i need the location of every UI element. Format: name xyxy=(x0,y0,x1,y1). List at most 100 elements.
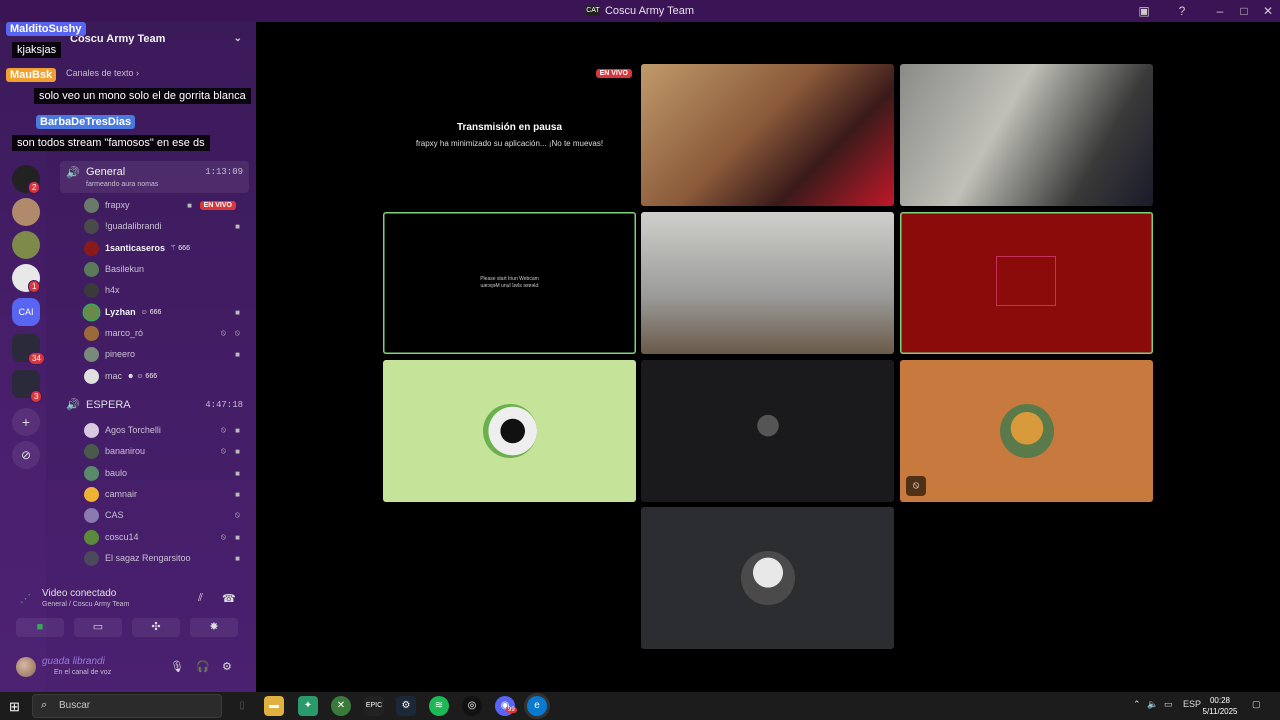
help-icon[interactable]: ? xyxy=(1170,4,1194,18)
video-icon: ■ xyxy=(235,425,240,435)
current-username[interactable]: guada librandi xyxy=(42,656,105,667)
avatar xyxy=(84,261,99,277)
voice-user[interactable]: frapxy ■ EN VIVO xyxy=(84,195,244,215)
voice-channel-general[interactable]: 🔊 General farmeando aura nomas 1:13:09 xyxy=(60,161,249,193)
edge-icon[interactable]: e xyxy=(527,696,547,716)
video-tile[interactable] xyxy=(900,212,1153,354)
voice-user[interactable]: Agos Torchelli ⦸ ■ xyxy=(84,420,244,440)
maximize-button[interactable]: □ xyxy=(1232,4,1256,18)
window-controls: ▣ ? – □ ✕ xyxy=(1132,0,1280,22)
voice-user[interactable]: camnair ■ xyxy=(84,484,244,504)
video-tile[interactable] xyxy=(641,212,894,354)
signal-icon[interactable]: ⋰ xyxy=(20,592,31,605)
voice-channel-espera[interactable]: 🔊 ESPERA 4:47:18 xyxy=(60,395,249,417)
category-text-channels[interactable]: Canales de texto › xyxy=(66,68,139,78)
epic-games-icon[interactable]: EPIC xyxy=(364,696,384,716)
headphones-icon[interactable]: 🎧 xyxy=(196,660,210,673)
server-badge: 2 xyxy=(28,181,41,194)
server-icon-3[interactable] xyxy=(12,231,40,259)
avatar xyxy=(741,551,795,605)
avatar xyxy=(84,529,99,545)
discord-icon[interactable]: ◉ xyxy=(495,696,515,716)
avatar xyxy=(84,465,99,481)
avatar xyxy=(84,550,99,566)
voice-user[interactable]: !guadalibrandi ■ xyxy=(84,216,244,236)
soundboard-button[interactable]: ✸ xyxy=(190,618,238,637)
voice-user[interactable]: coscu14 ⦸ ■ xyxy=(84,527,244,547)
video-tile[interactable] xyxy=(641,64,894,206)
disconnect-icon[interactable]: ☎ xyxy=(222,592,236,605)
video-tile[interactable] xyxy=(900,64,1153,206)
network-icon[interactable]: ▭ xyxy=(1164,699,1173,710)
discord-badge: 99 xyxy=(506,707,517,713)
server-icon-2[interactable] xyxy=(12,198,40,226)
speaker-icon: 🔊 xyxy=(66,167,80,179)
voice-user[interactable]: El sagaz Rengarsitoo ■ xyxy=(84,548,244,568)
voice-user[interactable]: h4x xyxy=(84,280,244,300)
rtc-status: Video conectado xyxy=(42,588,117,599)
avatar xyxy=(84,218,99,234)
taskview-icon[interactable]: ▯ xyxy=(232,696,252,716)
steam-icon[interactable]: ⚙ xyxy=(396,696,416,716)
notifications-icon[interactable]: ▢ xyxy=(1252,699,1261,710)
gear-icon[interactable]: ⚙ xyxy=(222,660,232,673)
paused-subtitle: frapxy ha minimizado su aplicación... ¡N… xyxy=(415,139,604,148)
server-badge: 1 xyxy=(28,280,41,293)
search-icon: ⌕ xyxy=(41,699,48,711)
windows-start-icon[interactable]: ⊞ xyxy=(9,699,20,715)
voice-user[interactable]: Lyzhan ☺ 666 ■ xyxy=(84,302,244,322)
voice-user[interactable]: 1santicaseros ⚚ 666 xyxy=(84,238,244,258)
voice-user[interactable]: baulo ■ xyxy=(84,463,244,483)
avatar-tile[interactable] xyxy=(641,360,894,502)
avatar-tile[interactable] xyxy=(383,360,636,502)
avatar-tile[interactable] xyxy=(641,507,894,649)
avatar-tile[interactable]: ⦸ xyxy=(900,360,1153,502)
video-icon: ■ xyxy=(235,349,240,359)
live-badge: EN VIVO xyxy=(199,200,236,210)
microphone-icon[interactable]: 🎙 xyxy=(170,660,184,673)
app-icon-green[interactable]: ✦ xyxy=(298,696,318,716)
discover-icon[interactable]: ⊘ xyxy=(12,441,40,469)
app-icon-red[interactable]: ◎ xyxy=(462,696,482,716)
volume-icon[interactable]: 🔈 xyxy=(1147,699,1158,710)
voice-user[interactable]: Basilekun xyxy=(84,259,244,279)
server-badge: 3 xyxy=(30,390,43,403)
channel-name: General xyxy=(86,166,126,178)
overlay-message: kjaksjas xyxy=(12,42,62,58)
close-button[interactable]: ✕ xyxy=(1256,4,1280,18)
server-icon-cai[interactable]: CAI xyxy=(12,298,40,326)
video-tile-webcam-off[interactable]: Please start Iriun Webcam ɯɐɔqǝM unᴉɹI ʇ… xyxy=(383,212,636,354)
minimize-button[interactable]: – xyxy=(1208,4,1232,18)
voice-user[interactable]: pineero ■ xyxy=(84,344,244,364)
file-explorer-icon[interactable]: ▬ xyxy=(264,696,284,716)
activities-button[interactable]: ✣ xyxy=(132,618,180,637)
video-icon: ■ xyxy=(235,489,240,499)
avatar[interactable] xyxy=(16,657,36,677)
chevron-up-icon[interactable]: ⌃ xyxy=(1133,699,1141,710)
share-screen-button[interactable]: ▭ xyxy=(74,618,122,637)
avatar xyxy=(84,486,99,502)
inbox-icon[interactable]: ▣ xyxy=(1132,4,1156,18)
voice-user[interactable]: mac ☻ ☺ 666 xyxy=(84,366,244,386)
spotify-icon[interactable]: ≋ xyxy=(429,696,449,716)
noise-suppression-icon[interactable]: ⫽ xyxy=(198,592,203,605)
voice-user[interactable]: marco_ró ⦸ ⦸ xyxy=(84,323,244,343)
window-title: Coscu Army Team xyxy=(604,5,695,17)
voice-user[interactable]: CAS ⦸ xyxy=(84,505,244,525)
add-server-icon[interactable]: + xyxy=(12,408,40,436)
overlay-username: MauBsk xyxy=(6,68,57,82)
clock[interactable]: 00:28 5/11/2025 xyxy=(1200,695,1240,717)
avatar xyxy=(84,240,99,256)
rtc-channel[interactable]: General / Coscu Army Team xyxy=(42,601,129,608)
user-tag: ⚚ 666 xyxy=(170,245,190,252)
language-indicator[interactable]: ESP xyxy=(1183,699,1201,709)
stream-tile-paused[interactable]: EN VIVO Transmisión en pausa frapxy ha m… xyxy=(383,64,636,206)
voice-user[interactable]: bananirou ⦸ ■ xyxy=(84,441,244,461)
video-icon: ■ xyxy=(235,532,240,542)
deafened-icon: ⦸ xyxy=(906,476,926,496)
camera-button[interactable]: ■ xyxy=(16,618,64,637)
xbox-icon[interactable]: ✕ xyxy=(331,696,351,716)
taskbar-search[interactable]: ⌕ Buscar xyxy=(32,694,222,718)
avatar xyxy=(84,422,99,438)
muted-icon: ⦸ xyxy=(220,532,226,541)
